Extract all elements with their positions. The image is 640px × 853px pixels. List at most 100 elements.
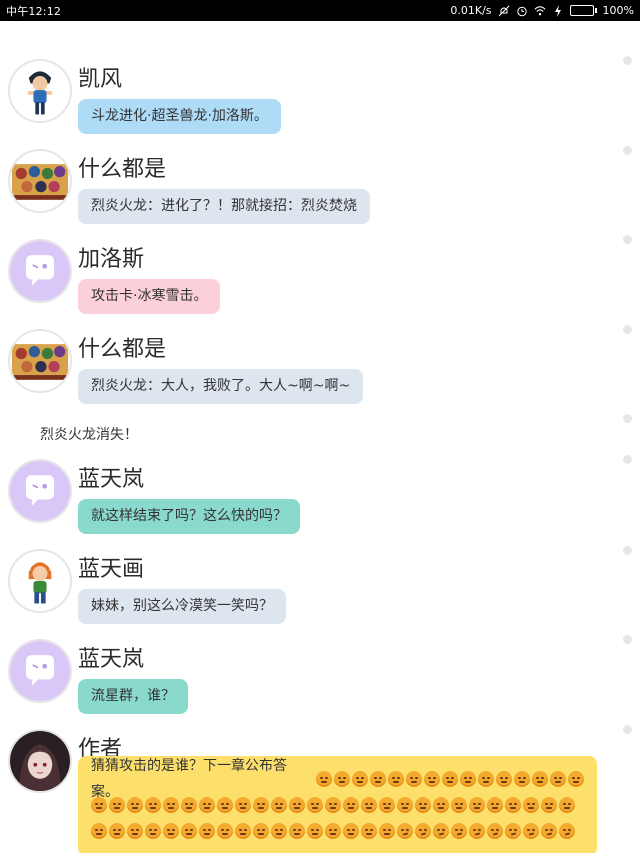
scroll-dot	[623, 455, 632, 464]
sender-name: 什么都是	[78, 337, 167, 362]
grimace-emoji-icon	[397, 823, 413, 839]
grimace-emoji-icon	[91, 823, 107, 839]
grimace-emoji-icon	[433, 823, 449, 839]
grimace-emoji-icon	[487, 797, 503, 813]
grimace-emoji-icon	[460, 771, 476, 787]
scroll-dot	[623, 235, 632, 244]
grimace-emoji-icon	[163, 823, 179, 839]
message-bubble[interactable]: 妹妹，别这么冷漠笑一笑吗？	[78, 589, 286, 624]
grimace-emoji-icon	[181, 823, 197, 839]
scroll-dot	[623, 146, 632, 155]
sender-name: 什么都是	[78, 157, 167, 182]
grimace-emoji-icon	[289, 823, 305, 839]
grimace-emoji-icon	[532, 771, 548, 787]
grimace-emoji-icon	[541, 823, 557, 839]
grimace-emoji-icon	[217, 823, 233, 839]
network-speed: 0.01K/s	[450, 4, 492, 17]
grimace-emoji-icon	[307, 823, 323, 839]
grimace-emoji-icon	[487, 823, 503, 839]
grimace-emoji-icon	[469, 823, 485, 839]
grimace-emoji-icon	[199, 823, 215, 839]
sender-name: 凯风	[78, 67, 123, 92]
grimace-emoji-icon	[415, 797, 431, 813]
message-bubble[interactable]: 猜猜攻击的是谁？下一章公布答案。	[78, 756, 597, 853]
grimace-emoji-icon	[145, 823, 161, 839]
sender-name: 蓝天岚	[78, 647, 145, 672]
grimace-emoji-icon	[343, 823, 359, 839]
grimace-emoji-icon	[541, 797, 557, 813]
grimace-emoji-icon	[253, 823, 269, 839]
grimace-emoji-icon	[199, 797, 215, 813]
grimace-emoji-icon	[550, 771, 566, 787]
grimace-emoji-icon	[505, 823, 521, 839]
grimace-emoji-icon	[109, 823, 125, 839]
grimace-emoji-icon	[442, 771, 458, 787]
default-chat-avatar[interactable]	[8, 239, 72, 303]
grimace-emoji-icon	[505, 797, 521, 813]
sender-name: 蓝天画	[78, 557, 145, 582]
charging-icon	[552, 4, 564, 17]
grimace-emoji-icon	[271, 797, 287, 813]
group-poster-avatar[interactable]	[8, 149, 72, 213]
scroll-dot	[623, 725, 632, 734]
grimace-emoji-icon	[325, 797, 341, 813]
boy-character-avatar[interactable]	[8, 59, 72, 123]
scroll-dot	[623, 56, 632, 65]
grimace-emoji-icon	[127, 797, 143, 813]
grimace-emoji-icon	[352, 771, 368, 787]
grimace-emoji-icon	[316, 771, 332, 787]
status-time: 中午12:12	[6, 4, 62, 18]
sender-name: 蓝天岚	[78, 467, 145, 492]
chat-area[interactable]: 凯风 斗龙进化·超圣兽龙·加洛斯。 什么都是 烈炎火龙：进化了？！那就接招：烈炎…	[0, 21, 640, 853]
default-chat-avatar[interactable]	[8, 459, 72, 523]
alarm-icon	[516, 5, 528, 17]
message-bubble[interactable]: 攻击卡·冰寒雪击。	[78, 279, 221, 314]
grimace-emoji-icon	[478, 771, 494, 787]
message-bubble[interactable]: 烈炎火龙：大人，我败了。大人~啊~啊~	[78, 369, 364, 404]
grimace-emoji-icon	[334, 771, 350, 787]
grimace-emoji-icon	[559, 823, 575, 839]
grimace-emoji-icon	[424, 771, 440, 787]
grimace-emoji-icon	[469, 797, 485, 813]
message-bubble[interactable]: 斗龙进化·超圣兽龙·加洛斯。	[78, 99, 281, 134]
grimace-emoji-icon	[397, 797, 413, 813]
default-chat-avatar[interactable]	[8, 639, 72, 703]
grimace-emoji-icon	[379, 797, 395, 813]
grimace-emoji-icon	[523, 797, 539, 813]
emoji-row: 猜猜攻击的是谁？下一章公布答案。	[91, 758, 584, 800]
grimace-emoji-icon	[568, 771, 584, 787]
grimace-emoji-icon	[379, 823, 395, 839]
girl-character-avatar[interactable]	[8, 549, 72, 613]
grimace-emoji-icon	[307, 797, 323, 813]
grimace-emoji-icon	[370, 771, 386, 787]
grimace-emoji-icon	[415, 823, 431, 839]
mute-icon	[498, 5, 510, 17]
emoji-row	[91, 818, 584, 844]
grimace-emoji-icon	[451, 797, 467, 813]
grimace-emoji-icon	[406, 771, 422, 787]
anime-girl-avatar[interactable]	[8, 729, 72, 793]
grimace-emoji-icon	[271, 823, 287, 839]
group-poster-avatar[interactable]	[8, 329, 72, 393]
grimace-emoji-icon	[289, 797, 305, 813]
grimace-emoji-icon	[388, 771, 404, 787]
wifi-icon	[534, 5, 546, 17]
scroll-dot	[623, 635, 632, 644]
grimace-emoji-icon	[109, 797, 125, 813]
message-bubble[interactable]: 就这样结束了吗？这么快的吗？	[78, 499, 300, 534]
battery-percent: 100%	[602, 4, 634, 17]
grimace-emoji-icon	[235, 823, 251, 839]
message-bubble[interactable]: 烈炎火龙：进化了？！那就接招：烈炎焚烧	[78, 189, 370, 224]
status-bar: 中午12:12 0.01K/s 100%	[0, 0, 640, 21]
grimace-emoji-icon	[163, 797, 179, 813]
grimace-emoji-icon	[514, 771, 530, 787]
grimace-emoji-icon	[217, 797, 233, 813]
scroll-dot	[623, 546, 632, 555]
status-icons: 0.01K/s 100%	[450, 4, 634, 17]
message-bubble[interactable]: 流星群，谁？	[78, 679, 188, 714]
grimace-emoji-icon	[343, 797, 359, 813]
scroll-dot	[623, 414, 632, 423]
grimace-emoji-icon	[361, 823, 377, 839]
narration-text: 烈炎火龙消失！	[40, 427, 138, 443]
grimace-emoji-icon	[181, 797, 197, 813]
